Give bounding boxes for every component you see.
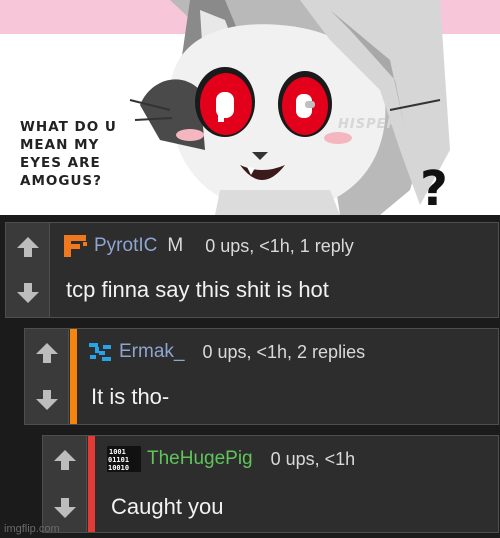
vote-column <box>25 329 69 424</box>
downvote-button[interactable] <box>11 276 45 310</box>
artist-watermark: HISPERFOOT <box>338 117 442 132</box>
comment-body: PyrotIC M 0 ups, <1h, 1 reply tcp finna … <box>58 223 498 317</box>
comment-body: Ermak_ 0 ups, <1h, 2 replies It is tho- <box>83 329 498 424</box>
comment-username[interactable]: PyrotIC <box>94 235 157 257</box>
caption-line: WHAT DO U <box>20 119 117 135</box>
comment: Ermak_ 0 ups, <1h, 2 replies It is tho- <box>24 328 499 425</box>
comment-header: 1001 01101 10010 TheHugePig 0 ups, <1h <box>107 446 355 472</box>
comment-meta: 0 ups, <1h, 1 reply <box>205 235 354 256</box>
user-flag: M <box>167 235 184 256</box>
comment-body: 1001 01101 10010 TheHugePig 0 ups, <1h C… <box>103 436 498 532</box>
comment: PyrotIC M 0 ups, <1h, 1 reply tcp finna … <box>5 222 499 318</box>
reply-stripe <box>88 436 95 532</box>
comment-text: Caught you <box>111 494 224 519</box>
vote-column <box>6 223 50 317</box>
arrow-down-icon <box>54 498 76 518</box>
comment-meta: 0 ups, <1h <box>270 448 356 469</box>
meme-image: ? WHAT DO U MEAN MY EYES ARE AMOGUS? HIS… <box>0 0 500 215</box>
comment-thread: PyrotIC M 0 ups, <1h, 1 reply tcp finna … <box>0 215 500 538</box>
comment-text: It is tho- <box>91 384 170 409</box>
comment: 1001 01101 10010 TheHugePig 0 ups, <1h C… <box>42 435 499 533</box>
upvote-button[interactable] <box>11 230 45 264</box>
binary-avatar-icon[interactable]: 1001 01101 10010 <box>107 446 141 472</box>
svg-text:1001: 1001 <box>109 448 126 456</box>
reply-stripe <box>70 329 77 424</box>
arrow-up-icon <box>36 343 58 363</box>
arrow-up-icon <box>17 237 39 257</box>
meme-caption: WHAT DO U MEAN MY EYES ARE AMOGUS? <box>20 118 140 190</box>
svg-text:?: ? <box>420 161 448 215</box>
blue-pixel-icon[interactable] <box>87 339 113 365</box>
comment-username[interactable]: Ermak_ <box>119 341 184 363</box>
caption-line: MEAN MY <box>20 137 100 153</box>
comment-username[interactable]: TheHugePig <box>147 448 253 470</box>
caption-line: AMOGUS? <box>20 173 102 189</box>
comment-header: PyrotIC M 0 ups, <1h, 1 reply <box>62 233 354 259</box>
caption-line: EYES ARE <box>20 155 101 171</box>
comment-header: Ermak_ 0 ups, <1h, 2 replies <box>87 339 365 365</box>
site-watermark: imgflip.com <box>4 523 60 535</box>
vote-column <box>43 436 87 532</box>
comment-text: tcp finna say this shit is hot <box>66 277 329 302</box>
downvote-button[interactable] <box>48 491 82 525</box>
comment-meta: 0 ups, <1h, 2 replies <box>202 341 366 362</box>
downvote-button[interactable] <box>30 383 64 417</box>
svg-text:10010: 10010 <box>108 464 129 472</box>
arrow-down-icon <box>36 390 58 410</box>
f-logo-icon[interactable] <box>62 233 88 259</box>
arrow-down-icon <box>17 283 39 303</box>
svg-text:01101: 01101 <box>108 456 129 464</box>
upvote-button[interactable] <box>30 336 64 370</box>
upvote-button[interactable] <box>48 443 82 477</box>
arrow-up-icon <box>54 450 76 470</box>
page: ? WHAT DO U MEAN MY EYES ARE AMOGUS? HIS… <box>0 0 500 538</box>
